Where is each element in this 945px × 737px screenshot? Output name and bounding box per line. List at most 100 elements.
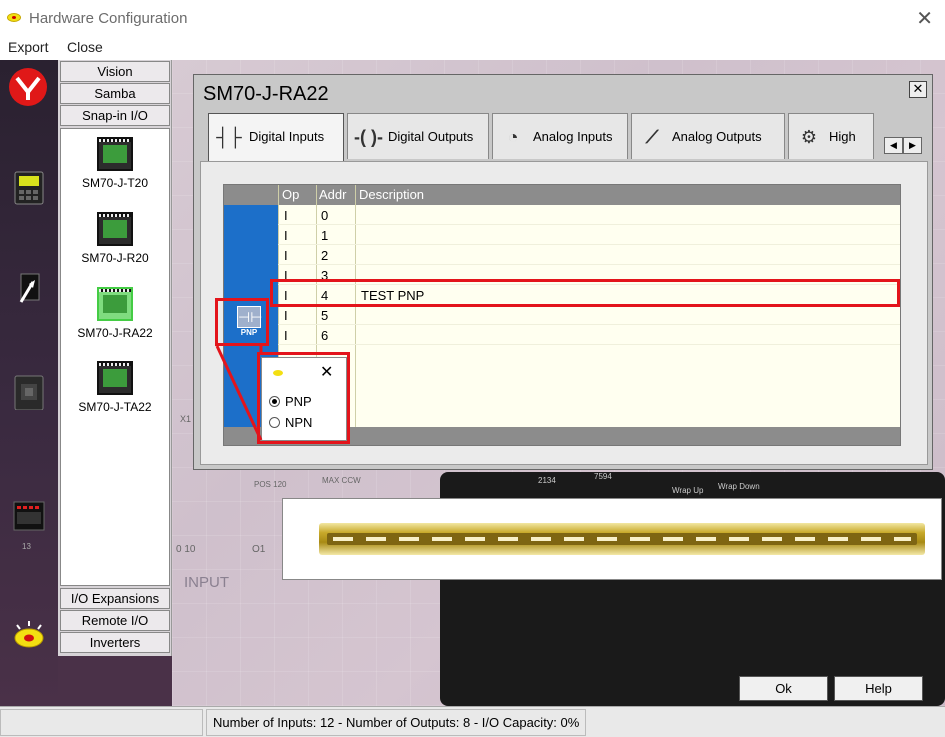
tab-scroll-left-icon[interactable]: ◀ xyxy=(884,137,903,154)
cell-addr: 4 xyxy=(321,288,329,303)
category-samba[interactable]: Samba xyxy=(60,83,170,104)
window-title: Hardware Configuration xyxy=(29,10,188,27)
menu-close[interactable]: Close xyxy=(67,39,103,55)
status-pane-empty xyxy=(0,709,203,736)
tab-analog-outputs[interactable]: ⟋ Analog Outputs xyxy=(631,113,785,159)
module-sm70-j-r20[interactable]: SM70-J-R20 xyxy=(61,212,169,265)
io-module-icon[interactable] xyxy=(11,498,47,534)
table-row[interactable]: I5 xyxy=(278,305,900,325)
radio-npn[interactable]: NPN xyxy=(269,415,312,430)
tab-label: Digital Outputs xyxy=(388,129,474,144)
bg-input-label: INPUT xyxy=(184,574,229,591)
popup-app-icon xyxy=(273,370,283,376)
col-addr: Addr xyxy=(319,187,347,202)
title-bar: Hardware Configuration ✕ xyxy=(0,0,945,36)
col-op: Op xyxy=(282,187,300,202)
digital-output-icon: -( )- xyxy=(354,127,383,147)
tab-label: Digital Inputs xyxy=(249,129,325,144)
chart-axis-icon: ⟋ xyxy=(645,127,659,147)
panel-footer xyxy=(58,656,172,706)
module-label: SM70-J-T20 xyxy=(81,176,149,190)
radio-npn-indicator[interactable] xyxy=(269,417,280,428)
table-row[interactable]: I1 xyxy=(278,225,900,245)
bg-label: POS 120 xyxy=(254,480,287,489)
tab-analog-inputs[interactable]: ◔ Analog Inputs xyxy=(492,113,628,159)
table-row[interactable]: I2 xyxy=(278,245,900,265)
popup-close-icon[interactable]: ✕ xyxy=(320,362,333,382)
cell-addr: 0 xyxy=(321,208,329,223)
module-chip-icon xyxy=(97,361,133,395)
cell-description[interactable]: TEST PNP xyxy=(361,288,424,303)
cell-addr: 5 xyxy=(321,308,329,323)
table-row[interactable]: I 4 TEST PNP xyxy=(278,285,900,305)
module-sm70-j-ra22[interactable]: SM70-J-RA22 xyxy=(61,287,169,340)
gauge-icon: ◔ xyxy=(507,127,519,147)
pnp-badge-label: PNP xyxy=(240,328,258,337)
radio-npn-label: NPN xyxy=(285,415,313,430)
bg-label: X1 xyxy=(180,414,192,424)
cell-addr: 3 xyxy=(321,268,329,283)
alarm-icon[interactable] xyxy=(11,618,47,654)
callout-connector xyxy=(215,345,263,441)
cable-icon[interactable] xyxy=(11,272,47,308)
module-label: SM70-J-RA22 xyxy=(77,326,153,340)
tab-scroll-buttons: ◀ ▶ xyxy=(884,137,922,154)
input-type-popup: ✕ PNP NPN xyxy=(261,357,347,441)
left-icon-caption: 13 xyxy=(22,542,31,551)
module-label: SM70-J-TA22 xyxy=(78,400,152,414)
module-sm70-j-t20[interactable]: SM70-J-T20 xyxy=(61,137,169,190)
table-header: Op Addr Description xyxy=(224,185,900,205)
menu-bar: Export Close xyxy=(0,36,945,60)
bg-label: 2134 xyxy=(538,476,556,485)
module-chip-icon xyxy=(97,287,133,321)
radio-pnp-indicator[interactable] xyxy=(269,396,280,407)
category-inverters[interactable]: Inverters xyxy=(60,632,170,653)
bg-label: 0 10 xyxy=(176,544,196,555)
digital-input-icon: ┤├ xyxy=(216,127,242,147)
category-vision[interactable]: Vision xyxy=(60,61,170,82)
cell-op: I xyxy=(284,268,288,283)
high-speed-icon: ⚙ xyxy=(800,127,818,147)
tab-digital-inputs[interactable]: ┤├ Digital Inputs xyxy=(208,113,344,161)
category-snap-in-io[interactable]: Snap-in I/O xyxy=(60,105,170,126)
hmi-panel-icon[interactable] xyxy=(11,170,47,206)
cell-addr: 6 xyxy=(321,328,329,343)
status-text: Number of Inputs: 12 - Number of Outputs… xyxy=(206,709,587,736)
module-sm70-j-ta22[interactable]: SM70-J-TA22 xyxy=(61,361,169,414)
module-chip-icon xyxy=(97,137,133,171)
ok-button[interactable]: Ok xyxy=(739,676,828,701)
table-row[interactable]: I0 xyxy=(278,205,900,225)
category-remote-io[interactable]: Remote I/O xyxy=(60,610,170,631)
bg-label: Wrap Up xyxy=(672,486,704,495)
pnp-type-button[interactable]: ⊣⊢ PNP xyxy=(236,306,262,340)
window-close-icon[interactable]: ✕ xyxy=(916,6,933,30)
dialog-close-button[interactable]: ✕ xyxy=(909,81,927,98)
cell-op: I xyxy=(284,328,288,343)
cell-op: I xyxy=(284,308,288,323)
tab-label: Analog Outputs xyxy=(672,129,762,144)
menu-export[interactable]: Export xyxy=(8,39,48,55)
bg-label: Wrap Down xyxy=(718,482,760,491)
table-row[interactable]: I6 xyxy=(278,325,900,345)
cell-addr: 2 xyxy=(321,248,329,263)
left-icon-strip: 13 xyxy=(0,60,58,706)
status-bar: Number of Inputs: 12 - Number of Outputs… xyxy=(0,706,945,737)
tab-label: Analog Inputs xyxy=(533,129,613,144)
help-button[interactable]: Help xyxy=(834,676,923,701)
cell-op: I xyxy=(284,288,288,303)
logo-icon[interactable] xyxy=(9,68,47,106)
tab-scroll-right-icon[interactable]: ▶ xyxy=(903,137,922,154)
tab-strip: ┤├ Digital Inputs -( )- Digital Outputs … xyxy=(206,113,926,161)
tab-high-speed[interactable]: ⚙ High xyxy=(788,113,874,159)
module-chip-icon xyxy=(97,212,133,246)
category-io-expansions[interactable]: I/O Expansions xyxy=(60,588,170,609)
din-rail xyxy=(282,498,942,580)
table-row[interactable]: I3 xyxy=(278,265,900,285)
controller-icon[interactable] xyxy=(11,374,47,411)
radio-pnp[interactable]: PNP xyxy=(269,394,312,409)
cell-op: I xyxy=(284,208,288,223)
popup-title-bar: ✕ xyxy=(262,358,346,386)
tab-digital-outputs[interactable]: -( )- Digital Outputs xyxy=(347,113,489,159)
bg-label: 7594 xyxy=(594,472,612,481)
cell-addr: 1 xyxy=(321,228,329,243)
